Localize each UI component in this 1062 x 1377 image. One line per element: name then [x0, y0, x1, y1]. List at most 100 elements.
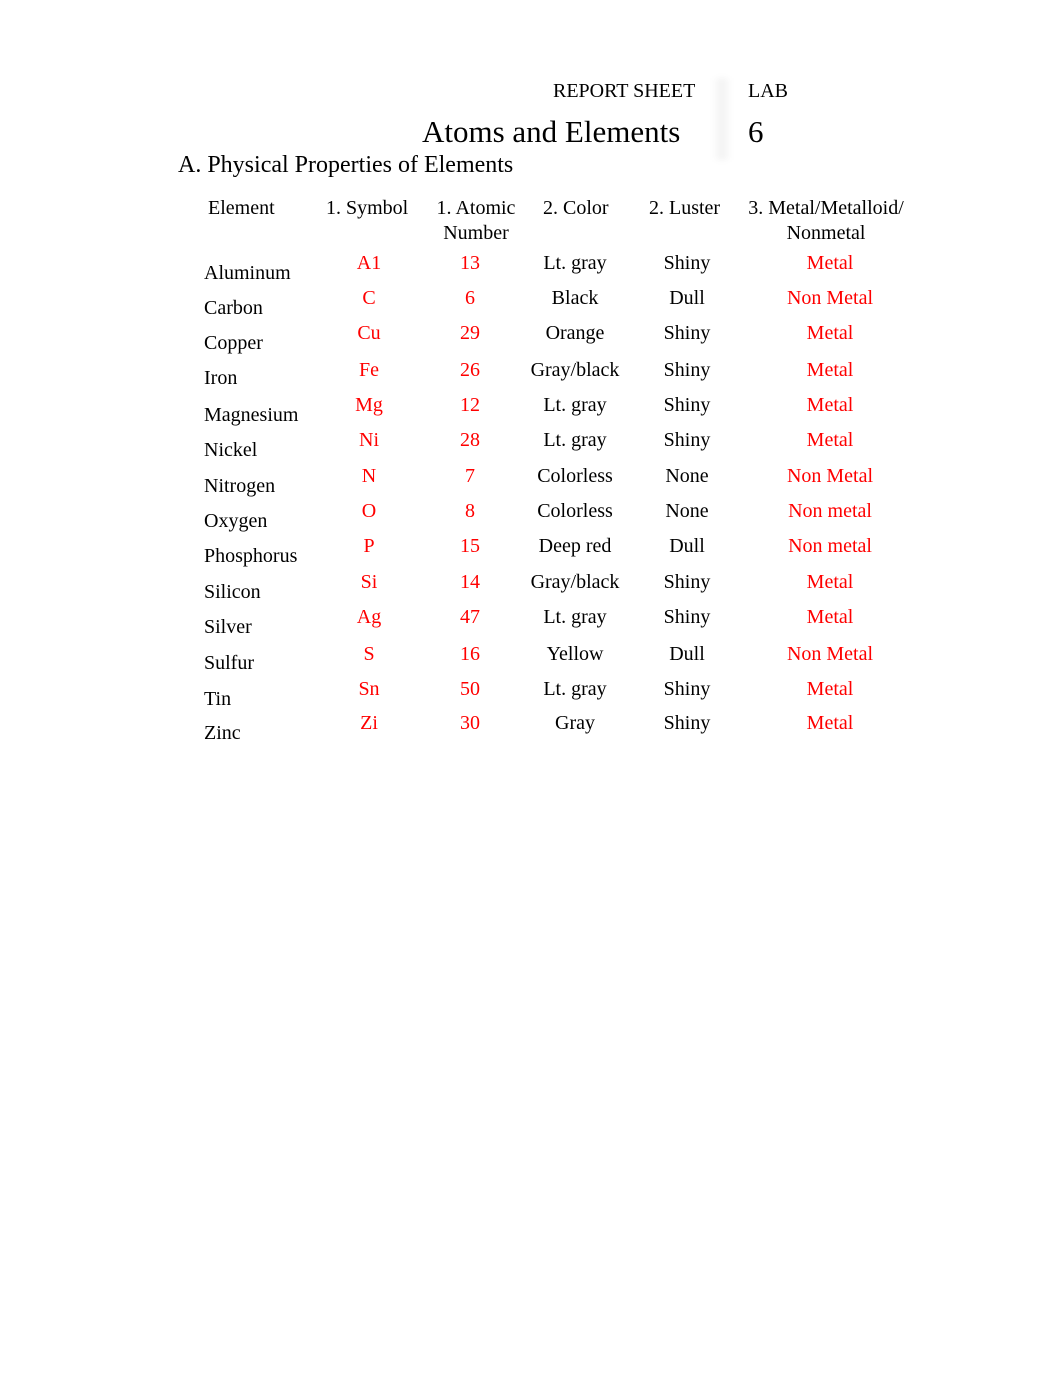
element-symbol: Sn	[358, 678, 380, 700]
element-color: Lt. gray	[543, 678, 607, 700]
element-symbol: P	[363, 535, 375, 557]
atomic-number: 6	[465, 287, 475, 309]
element-classification: Metal	[806, 359, 854, 381]
element-color: Lt. gray	[543, 394, 607, 416]
element-classification: Metal	[806, 678, 854, 700]
column-header-line: 3. Metal/Metalloid/	[748, 197, 904, 219]
element-name: Magnesium	[204, 404, 299, 426]
element-classification: Non metal	[788, 500, 872, 522]
element-symbol: S	[363, 643, 375, 665]
atomic-number: 50	[460, 678, 480, 700]
atomic-number: 29	[460, 322, 480, 344]
atomic-number: 16	[460, 643, 480, 665]
element-name: Sulfur	[204, 652, 254, 674]
column-header-line: 1. Symbol	[326, 197, 409, 219]
atomic-number: 13	[460, 252, 480, 274]
atomic-number: 28	[460, 429, 480, 451]
element-symbol: Ag	[356, 606, 382, 628]
element-color: Colorless	[537, 465, 613, 487]
element-name: Aluminum	[204, 262, 291, 284]
element-color: Yellow	[546, 643, 604, 665]
element-luster: Shiny	[663, 322, 711, 344]
element-color: Gray/black	[530, 571, 620, 593]
element-classification: Metal	[806, 252, 854, 274]
element-symbol: Fe	[359, 359, 379, 381]
column-header-atomic-number: 1. Atomic Number	[418, 196, 534, 246]
element-luster: Dull	[669, 643, 705, 665]
atomic-number: 12	[460, 394, 480, 416]
element-symbol: C	[362, 287, 376, 309]
element-classification: Non metal	[788, 535, 872, 557]
element-color: Lt. gray	[543, 606, 607, 628]
element-classification: Metal	[806, 394, 854, 416]
column-header-color: 2. Color	[543, 196, 609, 221]
column-header-luster: 2. Luster	[649, 196, 720, 221]
column-header-line: Element	[208, 197, 275, 219]
column-header-line: 1. Atomic	[436, 197, 516, 219]
element-symbol: O	[361, 500, 377, 522]
element-classification: Metal	[806, 571, 854, 593]
section-title: A. Physical Properties of Elements	[178, 152, 514, 178]
element-classification: Non Metal	[786, 643, 874, 665]
element-color: Gray	[555, 712, 595, 734]
column-header-classification: 3. Metal/Metalloid/ Nonmetal	[742, 196, 910, 246]
element-color: Gray/black	[530, 359, 620, 381]
element-luster: Shiny	[663, 252, 711, 274]
element-luster: Shiny	[663, 606, 711, 628]
element-name: Tin	[204, 688, 232, 710]
element-luster: Shiny	[663, 571, 711, 593]
element-name: Iron	[204, 367, 238, 389]
element-name: Zinc	[204, 722, 241, 744]
element-color: Deep red	[538, 535, 612, 557]
element-name: Nitrogen	[204, 475, 276, 497]
element-symbol: A1	[356, 252, 382, 274]
lab-number: 6	[748, 114, 764, 149]
lab-label: LAB	[748, 80, 788, 102]
element-classification: Non Metal	[786, 465, 874, 487]
element-name: Silver	[204, 616, 252, 638]
element-luster: Shiny	[663, 678, 711, 700]
element-color: Black	[551, 287, 599, 309]
atomic-number: 7	[465, 465, 475, 487]
element-color: Lt. gray	[543, 429, 607, 451]
element-classification: Non Metal	[786, 287, 874, 309]
element-color: Colorless	[537, 500, 613, 522]
atomic-number: 30	[460, 712, 480, 734]
element-name: Oxygen	[204, 510, 268, 532]
element-luster: None	[665, 500, 709, 522]
element-name: Carbon	[204, 297, 263, 319]
report-sheet-label: REPORT SHEET	[553, 80, 696, 102]
column-header-line: 2. Luster	[649, 197, 721, 219]
element-classification: Metal	[806, 712, 854, 734]
element-name: Phosphorus	[204, 545, 298, 567]
column-header-line: 2. Color	[543, 197, 609, 219]
element-symbol: Si	[360, 571, 378, 593]
element-symbol: Cu	[357, 322, 381, 344]
column-header-line: Number	[443, 222, 509, 244]
element-name: Nickel	[204, 439, 258, 461]
divider-shadow	[712, 78, 732, 160]
element-classification: Metal	[806, 606, 854, 628]
element-color: Orange	[545, 322, 605, 344]
element-luster: Dull	[669, 535, 705, 557]
element-luster: None	[665, 465, 709, 487]
element-symbol: N	[361, 465, 377, 487]
atomic-number: 14	[460, 571, 480, 593]
element-symbol: Mg	[355, 394, 383, 416]
column-header-element: Element	[208, 196, 275, 221]
atomic-number: 26	[460, 359, 480, 381]
column-header-line: Nonmetal	[786, 222, 866, 244]
element-luster: Shiny	[663, 712, 711, 734]
element-color: Lt. gray	[543, 252, 607, 274]
element-luster: Shiny	[663, 429, 711, 451]
atomic-number: 15	[460, 535, 480, 557]
element-luster: Shiny	[663, 394, 711, 416]
element-name: Copper	[204, 332, 263, 354]
element-symbol: Zi	[360, 712, 378, 734]
element-name: Silicon	[204, 581, 261, 603]
element-classification: Metal	[806, 322, 854, 344]
atomic-number: 47	[460, 606, 480, 628]
element-symbol: Ni	[359, 429, 379, 451]
atomic-number: 8	[465, 500, 475, 522]
page-title: Atoms and Elements	[422, 114, 681, 149]
